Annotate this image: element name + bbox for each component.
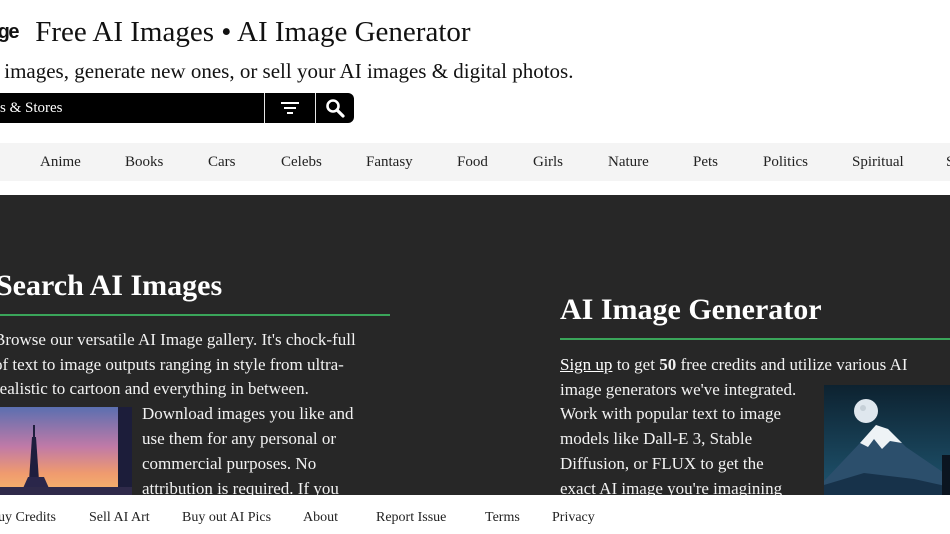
footer-link-buy-out[interactable]: Buy out AI Pics [182, 495, 271, 534]
filter-button[interactable] [265, 93, 315, 123]
signup-link[interactable]: Sign up [560, 355, 612, 374]
footer-nav: uy Credits Sell AI Art Buy out AI Pics A… [0, 495, 950, 534]
tower-sunset-picture [0, 407, 132, 495]
footer-link-privacy[interactable]: Privacy [552, 495, 595, 534]
intro-text-line: of text to image outputs ranging in styl… [0, 355, 344, 374]
category-celebs[interactable]: Celebs [281, 143, 322, 181]
category-nature[interactable]: Nature [608, 143, 649, 181]
footer-link-buy-credits[interactable]: uy Credits [0, 495, 56, 534]
page-subtitle: I images, generate new ones, or sell you… [0, 59, 574, 83]
free-credits-count: 50 [659, 355, 677, 374]
filter-icon [281, 102, 299, 114]
generator-text-line: Work with popular text to image [560, 404, 781, 423]
gallery-sample-image[interactable] [0, 407, 132, 495]
moon-mountain-picture [824, 385, 950, 495]
intro-text-line: Browse our versatile AI Image gallery. I… [0, 330, 356, 349]
search-bar: s & Stores [0, 93, 354, 123]
signup-text-line: Sign up to get 50 free credits and utili… [560, 352, 908, 377]
hero-section: Search AI Images Browse our versatile AI… [0, 195, 950, 495]
ai-image-generator-heading: AI Image Generator [560, 293, 822, 326]
category-politics[interactable]: Politics [763, 143, 808, 181]
category-girls[interactable]: Girls [533, 143, 563, 181]
site-header: age Free AI Images • AI Image Generator [0, 14, 471, 53]
category-books[interactable]: Books [125, 143, 163, 181]
search-ai-images-heading: Search AI Images [0, 269, 223, 302]
generator-text-line: models like Dall-E 3, Stable [560, 429, 753, 448]
category-spiritual[interactable]: Spiritual [852, 143, 904, 181]
generator-text-line: exact AI image you're imagining [560, 479, 783, 495]
footer-link-sell-ai-art[interactable]: Sell AI Art [89, 495, 150, 534]
generator-text-line: Diffusion, or FLUX to get the [560, 454, 764, 473]
page-title: Free AI Images • AI Image Generator [35, 16, 471, 48]
heading-underline [0, 314, 390, 316]
footer-link-about[interactable]: About [303, 495, 338, 534]
category-more[interactable]: S [946, 143, 950, 181]
footer-link-terms[interactable]: Terms [485, 495, 520, 534]
download-text-line: attribution is required. If you [142, 479, 339, 495]
category-fantasy[interactable]: Fantasy [366, 143, 413, 181]
site-logo[interactable]: age [0, 21, 19, 43]
category-nav: Anime Books Cars Celebs Fantasy Food Gir… [0, 143, 950, 181]
intro-text-line: realistic to cartoon and everything in b… [0, 379, 309, 398]
signup-text: to get [612, 355, 660, 374]
search-icon [326, 99, 345, 118]
generator-sample-image[interactable] [824, 385, 950, 495]
generator-text-line: image generators we've integrated. [560, 380, 797, 399]
category-pets[interactable]: Pets [693, 143, 718, 181]
footer-link-report-issue[interactable]: Report Issue [376, 495, 446, 534]
download-text-line: Download images you like and [142, 404, 354, 423]
category-food[interactable]: Food [457, 143, 488, 181]
signup-text: free credits and utilize various AI [676, 355, 908, 374]
category-anime[interactable]: Anime [40, 143, 81, 181]
download-text-line: commercial purposes. No [142, 454, 317, 473]
search-scope-select[interactable]: s & Stores [0, 93, 264, 123]
category-cars[interactable]: Cars [208, 143, 236, 181]
heading-underline [560, 338, 950, 340]
search-button[interactable] [316, 93, 354, 123]
download-text-line: use them for any personal or [142, 429, 337, 448]
